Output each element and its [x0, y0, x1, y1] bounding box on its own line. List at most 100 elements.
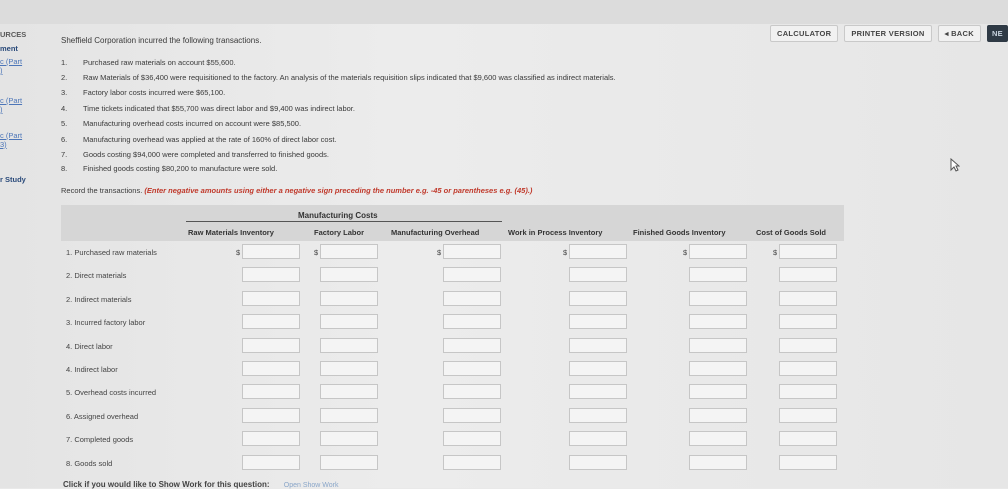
amount-input[interactable] — [320, 455, 378, 470]
amount-input[interactable] — [779, 384, 837, 399]
amount-input[interactable] — [689, 384, 747, 399]
amount-input[interactable] — [320, 384, 378, 399]
amount-input[interactable] — [443, 244, 501, 259]
currency-symbol: $ — [236, 248, 241, 257]
transaction-text: Manufacturing overhead costs incurred on… — [83, 119, 302, 128]
row-label: 2. Direct materials — [66, 271, 127, 280]
sidebar-link-part-3[interactable]: c (Part — [0, 131, 22, 140]
amount-input[interactable] — [242, 338, 300, 353]
transaction-item: 2. Raw Materials of $36,400 were requisit… — [61, 73, 616, 82]
currency-symbol: $ — [563, 248, 568, 257]
amount-input[interactable] — [443, 314, 501, 329]
amount-input[interactable] — [443, 338, 501, 353]
amount-input[interactable] — [320, 267, 378, 282]
amount-input[interactable] — [779, 244, 837, 259]
amount-input[interactable] — [689, 338, 747, 353]
amount-input[interactable] — [242, 291, 300, 306]
amount-input[interactable] — [242, 408, 300, 423]
amount-input[interactable] — [320, 361, 378, 376]
column-header: Raw Materials Inventory — [188, 228, 274, 237]
amount-input[interactable] — [569, 408, 627, 423]
row-label: 4. Indirect labor — [66, 365, 118, 374]
amount-input[interactable] — [569, 314, 627, 329]
amount-input[interactable] — [689, 408, 747, 423]
amount-input[interactable] — [443, 408, 501, 423]
printer-version-button[interactable]: PRINTER VERSION — [844, 25, 932, 42]
amount-input[interactable] — [779, 314, 837, 329]
row-label: 4. Direct labor — [66, 342, 113, 351]
amount-input[interactable] — [689, 244, 747, 259]
row-label: 5. Overhead costs incurred — [66, 388, 157, 397]
amount-input[interactable] — [443, 384, 501, 399]
amount-input[interactable] — [779, 361, 837, 376]
amount-input[interactable] — [779, 455, 837, 470]
transaction-number: 2. — [61, 73, 68, 82]
amount-input[interactable] — [689, 455, 747, 470]
sidebar-item-study[interactable]: r Study — [0, 175, 26, 184]
amount-input[interactable] — [320, 314, 378, 329]
amount-input[interactable] — [443, 455, 501, 470]
amount-input[interactable] — [689, 267, 747, 282]
amount-input[interactable] — [569, 361, 627, 376]
amount-input[interactable] — [242, 431, 300, 446]
next-button[interactable]: NE — [986, 25, 1008, 42]
calculator-button[interactable]: CALCULATOR — [769, 25, 839, 42]
column-header: Cost of Goods Sold — [756, 228, 826, 237]
amount-input[interactable] — [569, 338, 627, 353]
amount-input[interactable] — [569, 267, 627, 282]
transaction-number: 5. — [61, 119, 68, 128]
amount-input[interactable] — [320, 244, 378, 259]
instruction-note: (Enter negative amounts using either a n… — [144, 186, 533, 195]
sidebar-link-part-2[interactable]: c (Part — [0, 96, 22, 105]
currency-symbol: $ — [314, 248, 319, 257]
transaction-text: Goods costing $94,000 were completed and… — [83, 150, 329, 159]
amount-input[interactable] — [779, 267, 837, 282]
amount-input[interactable] — [689, 431, 747, 446]
amount-input[interactable] — [569, 291, 627, 306]
amount-input[interactable] — [443, 291, 501, 306]
amount-input[interactable] — [320, 431, 378, 446]
sidebar-link-part-2-cont[interactable]: ) — [0, 105, 3, 114]
amount-input[interactable] — [779, 408, 837, 423]
amount-input[interactable] — [569, 384, 627, 399]
amount-input[interactable] — [779, 338, 837, 353]
amount-input[interactable] — [242, 244, 300, 259]
amount-input[interactable] — [320, 408, 378, 423]
amount-input[interactable] — [779, 431, 837, 446]
amount-input[interactable] — [689, 291, 747, 306]
currency-symbol: $ — [437, 248, 442, 257]
amount-input[interactable] — [689, 361, 747, 376]
amount-input[interactable] — [443, 361, 501, 376]
sidebar-item-assignment[interactable]: ment — [0, 44, 18, 53]
column-header: Finished Goods Inventory — [633, 228, 726, 237]
sidebar-link-part-1[interactable]: c (Part — [0, 57, 22, 66]
amount-input[interactable] — [242, 455, 300, 470]
amount-input[interactable] — [779, 291, 837, 306]
column-header: Manufacturing Overhead — [391, 228, 480, 237]
sidebar-heading: URCES — [0, 30, 27, 39]
amount-input[interactable] — [569, 244, 627, 259]
row-label: 7. Completed goods — [66, 435, 134, 444]
amount-input[interactable] — [242, 361, 300, 376]
amount-input[interactable] — [443, 267, 501, 282]
amount-input[interactable] — [689, 314, 747, 329]
row-label: 3. Incurred factory labor — [66, 318, 146, 327]
amount-input[interactable] — [242, 267, 300, 282]
amount-input[interactable] — [242, 314, 300, 329]
amount-input[interactable] — [320, 338, 378, 353]
sidebar-link-part-1-cont[interactable]: ) — [0, 66, 3, 75]
amount-input[interactable] — [569, 431, 627, 446]
amount-input[interactable] — [320, 291, 378, 306]
back-button[interactable]: ◂ BACK — [937, 25, 981, 42]
transaction-text: Manufacturing overhead was applied at th… — [83, 135, 337, 144]
amount-input[interactable] — [242, 384, 300, 399]
amount-input[interactable] — [569, 455, 627, 470]
transaction-item: 7. Goods costing $94,000 were completed a… — [61, 150, 329, 159]
row-label: 6. Assigned overhead — [66, 412, 139, 421]
row-label: 1. Purchased raw materials — [66, 248, 157, 257]
sidebar-link-part-3-cont[interactable]: 3) — [0, 140, 7, 149]
transaction-text: Raw Materials of $36,400 were requisitio… — [83, 73, 616, 82]
amount-input[interactable] — [443, 431, 501, 446]
transaction-item: 1. Purchased raw materials on account $55… — [61, 58, 236, 67]
row-label: 2. Indirect materials — [66, 295, 132, 304]
